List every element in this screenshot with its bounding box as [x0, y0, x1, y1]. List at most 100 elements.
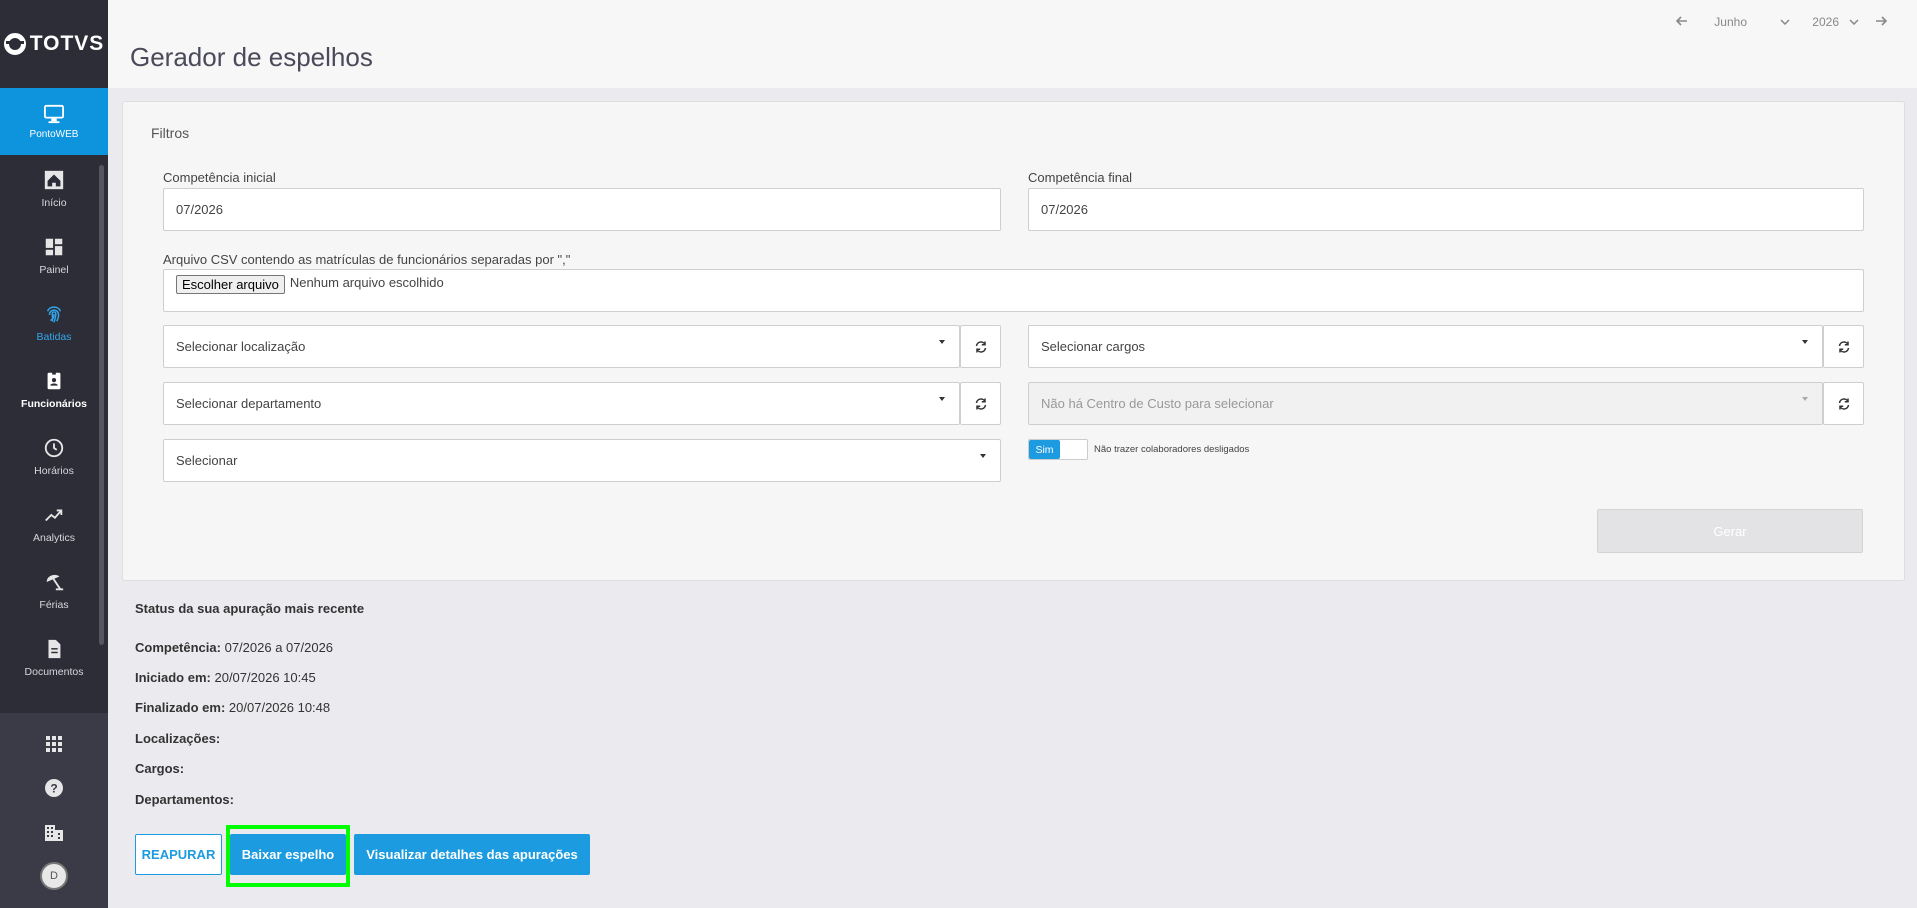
competencia-label: Competência: — [135, 640, 221, 655]
finalizado-value: 20/07/2026 10:48 — [228, 700, 331, 715]
cargos-select[interactable]: Selecionar cargos — [1028, 325, 1823, 368]
visualizar-detalhes-button[interactable]: Visualizar detalhes das apurações — [354, 834, 590, 875]
refresh-centro-custo-button[interactable] — [1823, 382, 1864, 425]
logo-text: TOTVS — [29, 32, 105, 55]
apps-button[interactable] — [0, 722, 108, 766]
sidebar-item-label: Painel — [39, 263, 69, 276]
departamento-select[interactable]: Selecionar departamento — [163, 382, 960, 425]
localizacao-select-value: Selecionar localização — [176, 339, 306, 354]
departamentos-label: Departamentos: — [135, 792, 234, 807]
sidebar-item-painel[interactable]: Painel — [0, 222, 108, 289]
refresh-icon — [975, 340, 986, 353]
status-competencia: Competência: 07/2026 a 07/2026 — [135, 640, 333, 655]
month-select[interactable]: Junho — [1714, 15, 1790, 29]
user-menu[interactable]: D — [0, 854, 108, 898]
totvs-logo[interactable]: TOTVS — [0, 0, 108, 88]
centro-custo-select-value: Não há Centro de Custo para selecionar — [1041, 396, 1274, 411]
localizacao-select[interactable]: Selecionar localização — [163, 325, 960, 368]
date-navigator: Junho 2026 — [1676, 15, 1888, 29]
choose-file-button[interactable]: Escolher arquivo — [176, 275, 285, 294]
apps-grid-icon — [46, 736, 62, 752]
umbrella-icon — [46, 574, 64, 590]
gerar-button[interactable]: Gerar — [1597, 509, 1863, 553]
totvs-logo-mark — [3, 33, 26, 55]
caret-down-icon — [939, 340, 945, 344]
status-cargos: Cargos: — [135, 761, 184, 776]
refresh-icon — [1838, 340, 1849, 353]
app-pontoweb[interactable]: PontoWEB — [0, 88, 108, 163]
refresh-localizacao-button[interactable] — [960, 325, 1001, 368]
badge-icon — [47, 371, 61, 389]
dashboard-icon — [45, 238, 63, 255]
localizacoes-label: Localizações: — [135, 731, 221, 746]
app-pontoweb-label: PontoWEB — [29, 128, 79, 140]
filters-title: Filtros — [151, 125, 190, 141]
sidebar-item-ferias[interactable]: Férias — [0, 557, 108, 624]
sidebar-item-label: Férias — [39, 598, 69, 611]
sidebar-item-funcionarios[interactable]: Funcionários — [0, 356, 108, 423]
prev-month-button[interactable] — [1676, 15, 1688, 29]
cargos-select-value: Selecionar cargos — [1041, 339, 1146, 354]
csv-file-input[interactable]: Escolher arquivo Nenhum arquivo escolhid… — [163, 269, 1864, 312]
refresh-departamento-button[interactable] — [960, 382, 1001, 425]
sidebar-item-label: Funcionários — [21, 397, 87, 410]
selecionar-select-value: Selecionar — [176, 453, 238, 468]
comp-final-input[interactable]: 07/2026 — [1028, 188, 1864, 231]
fingerprint-icon — [46, 305, 62, 322]
sidebar: TOTVS PontoWEB Início Painel Batidas Fun… — [0, 0, 108, 908]
caret-down-icon — [939, 397, 945, 401]
sidebar-item-label: Início — [41, 196, 67, 209]
chevron-down-icon — [1780, 19, 1790, 25]
svg-text:?: ? — [50, 782, 57, 796]
finalizado-label: Finalizado em: — [135, 700, 226, 715]
status-departamentos: Departamentos: — [135, 792, 234, 807]
monitor-icon — [44, 104, 64, 123]
desligados-toggle[interactable]: Sim — [1028, 439, 1088, 460]
refresh-cargos-button[interactable] — [1823, 325, 1864, 368]
comp-final-label: Competência final — [1028, 170, 1133, 185]
comp-inicial-label: Competência inicial — [163, 170, 276, 185]
csv-label: Arquivo CSV contendo as matrículas de fu… — [163, 252, 571, 267]
sidebar-item-label: Documentos — [24, 665, 84, 678]
reapurar-button[interactable]: REAPURAR — [135, 834, 222, 875]
sidebar-scrollbar[interactable] — [99, 165, 104, 645]
comp-inicial-input[interactable]: 07/2026 — [163, 188, 1001, 231]
year-select[interactable]: 2026 — [1812, 15, 1859, 29]
company-button[interactable] — [0, 810, 108, 854]
status-iniciado: Iniciado em: 20/07/2026 10:45 — [135, 670, 316, 685]
caret-down-icon — [1802, 397, 1808, 401]
file-status: Nenhum arquivo escolhido — [289, 275, 444, 290]
arrow-right-icon — [1876, 16, 1888, 26]
departamento-select-value: Selecionar departamento — [176, 396, 322, 411]
sidebar-item-label: Analytics — [32, 531, 75, 544]
status-localizacoes: Localizações: — [135, 731, 220, 746]
chevron-down-icon — [1849, 19, 1859, 25]
avatar: D — [40, 862, 68, 890]
competencia-value: 07/2026 a 07/2026 — [224, 640, 334, 655]
filters-card: Filtros Competência inicial 07/2026 Comp… — [122, 101, 1905, 581]
toggle-label: Não trazer colaboradores desligados — [1094, 444, 1250, 455]
centro-custo-select: Não há Centro de Custo para selecionar — [1028, 382, 1823, 425]
selection-highlight — [226, 825, 350, 887]
next-month-button[interactable] — [1875, 15, 1888, 29]
sidebar-item-label: Batidas — [36, 330, 72, 343]
sidebar-item-horarios[interactable]: Horários — [0, 423, 108, 490]
status-title: Status da sua apuração mais recente — [135, 601, 365, 616]
sidebar-bottom: ? D — [0, 713, 108, 908]
sidebar-item-label: Horários — [34, 464, 74, 477]
page-header: Gerador de espelhos Junho 2026 — [108, 0, 1917, 88]
sidebar-item-analytics[interactable]: Analytics — [0, 490, 108, 557]
help-button[interactable]: ? — [0, 766, 108, 810]
sidebar-item-inicio[interactable]: Início — [0, 155, 108, 222]
iniciado-label: Iniciado em: — [135, 670, 211, 685]
arrow-left-icon — [1676, 16, 1688, 26]
month-value: Junho — [1714, 15, 1747, 29]
toggle-on-label: Sim — [1029, 440, 1060, 459]
selecionar-select[interactable]: Selecionar — [163, 439, 1001, 482]
sidebar-item-documentos[interactable]: Documentos — [0, 624, 108, 691]
caret-down-icon — [1802, 340, 1808, 344]
home-icon — [44, 170, 64, 189]
iniciado-value: 20/07/2026 10:45 — [214, 670, 316, 685]
sidebar-item-batidas[interactable]: Batidas — [0, 289, 108, 356]
refresh-icon — [1838, 397, 1849, 410]
